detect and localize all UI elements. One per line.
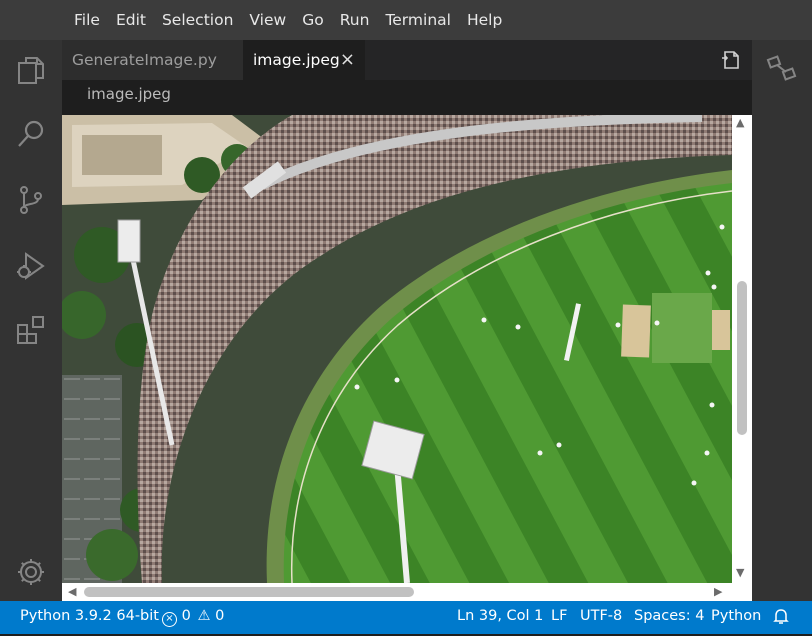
open-changes-icon[interactable] <box>720 49 742 71</box>
language-mode[interactable]: Python <box>711 601 761 631</box>
explorer-icon[interactable] <box>15 54 47 86</box>
end-of-line[interactable]: LF <box>551 601 567 631</box>
image-editor: ▲ ▼ ◀ ▶ <box>62 110 752 601</box>
horizontal-scroll-thumb[interactable] <box>84 587 414 597</box>
error-icon: × <box>162 612 177 627</box>
menu-items: File Edit Selection View Go Run Terminal… <box>66 0 510 40</box>
close-tab-icon[interactable]: × <box>340 40 355 80</box>
warning-count: 0 <box>215 608 225 624</box>
scroll-right-arrow-icon[interactable]: ▶ <box>714 586 722 598</box>
menu-view[interactable]: View <box>241 0 294 40</box>
warning-icon: ⚠ <box>197 608 211 624</box>
scroll-up-arrow-icon[interactable]: ▲ <box>736 117 744 129</box>
scroll-left-arrow-icon[interactable]: ◀ <box>68 586 76 598</box>
vertical-scroll-thumb[interactable] <box>737 281 747 435</box>
secondary-activity-bar <box>752 40 812 601</box>
status-bar: Python 3.9.2 64-bit × 0 ⚠ 0 Ln 39, Col 1… <box>0 601 812 634</box>
menu-file[interactable]: File <box>66 0 108 40</box>
breadcrumb: image.jpeg <box>62 80 752 110</box>
cursor-position[interactable]: Ln 39, Col 1 <box>457 601 543 631</box>
menu-terminal[interactable]: Terminal <box>377 0 459 40</box>
run-debug-icon[interactable] <box>15 250 47 282</box>
horizontal-scrollbar[interactable]: ◀ ▶ <box>62 583 732 601</box>
tab-generateimage-py[interactable]: GenerateImage.py <box>62 40 243 80</box>
stadium-image <box>62 115 732 583</box>
notifications-bell-icon[interactable] <box>773 606 789 636</box>
search-icon[interactable] <box>15 118 47 150</box>
menu-selection[interactable]: Selection <box>154 0 241 40</box>
settings-gear-icon[interactable] <box>15 556 47 588</box>
tab-bar: GenerateImage.py image.jpeg × <box>62 40 752 80</box>
indentation[interactable]: Spaces: 4 <box>634 601 704 631</box>
tab-image-jpeg[interactable]: image.jpeg × <box>243 40 365 80</box>
menu-run[interactable]: Run <box>332 0 378 40</box>
problems-indicator[interactable]: × 0 ⚠ 0 <box>162 601 224 631</box>
scrollbar-corner <box>732 583 752 601</box>
tab-label: image.jpeg <box>253 51 340 69</box>
activity-bar <box>0 40 62 601</box>
error-count: 0 <box>181 608 191 624</box>
scroll-down-arrow-icon[interactable]: ▼ <box>736 567 744 579</box>
python-interpreter[interactable]: Python 3.9.2 64-bit <box>20 601 159 631</box>
file-encoding[interactable]: UTF-8 <box>580 601 622 631</box>
menu-edit[interactable]: Edit <box>108 0 154 40</box>
extensions-icon[interactable] <box>15 314 47 346</box>
breadcrumb-file[interactable]: image.jpeg <box>62 85 171 103</box>
menu-go[interactable]: Go <box>294 0 332 40</box>
vertical-scrollbar[interactable]: ▲ ▼ <box>732 115 752 583</box>
remote-explorer-icon[interactable] <box>766 52 798 84</box>
menu-help[interactable]: Help <box>459 0 510 40</box>
menu-bar: File Edit Selection View Go Run Terminal… <box>0 0 812 40</box>
tab-label: GenerateImage.py <box>72 51 217 69</box>
source-control-icon[interactable] <box>15 184 47 216</box>
